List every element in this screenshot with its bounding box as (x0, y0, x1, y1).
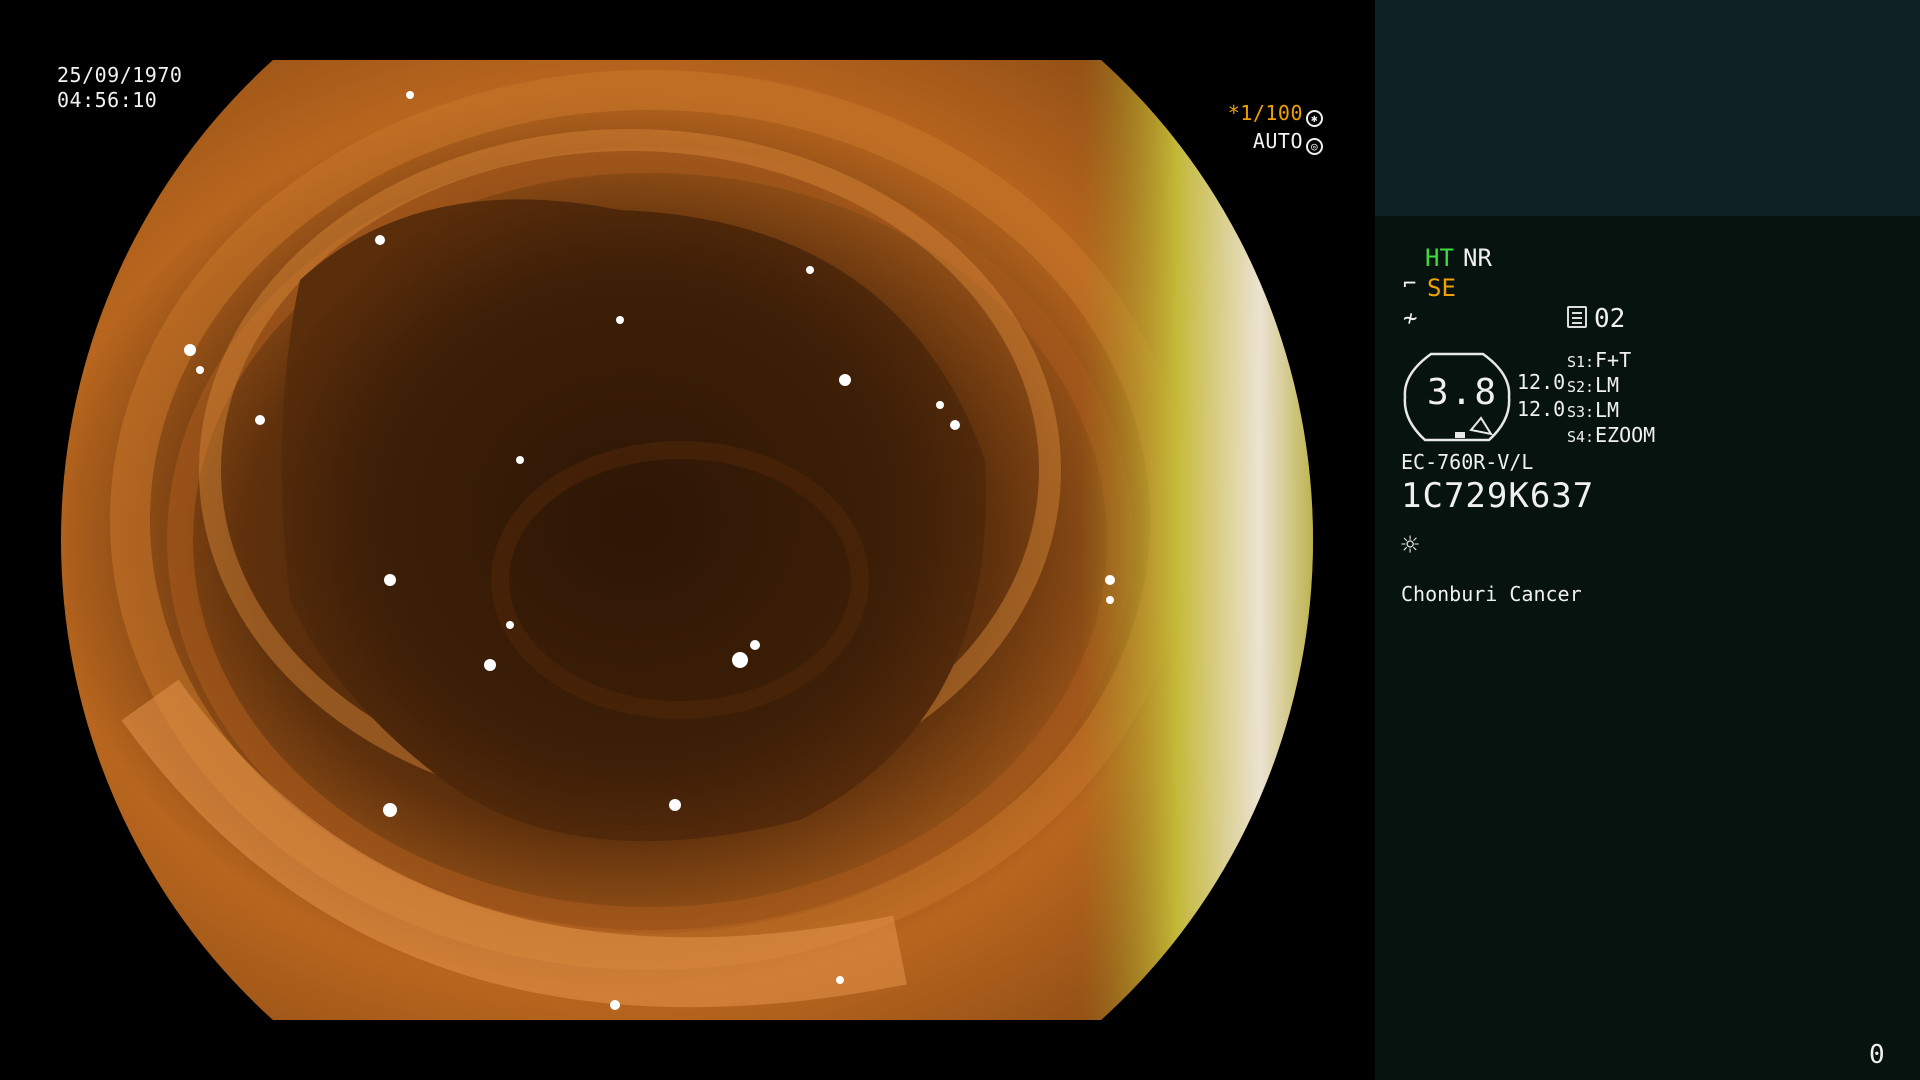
nr-indicator: NR (1463, 244, 1492, 272)
date-time-display: 25/09/1970 04:56:10 (57, 63, 182, 113)
memory-icon (1567, 306, 1587, 328)
param-value-1: 12.0 (1517, 370, 1566, 394)
switch-2-value: LM (1595, 373, 1620, 397)
shutter-speed-text: *1/100 (1227, 101, 1303, 125)
switch-4-value: EZOOM (1595, 423, 1656, 447)
time-text: 04:56:10 (57, 88, 158, 112)
exposure-info: *1/100 ✱ AUTO ◎ (1228, 99, 1323, 155)
iris-icon: ◎ (1306, 138, 1323, 155)
hospital-name: Chonburi Cancer (1401, 582, 1582, 606)
panel-header-area (1375, 0, 1920, 216)
memory-value: 02 (1594, 304, 1626, 334)
switch-3-value: LM (1595, 398, 1620, 422)
frame-counter: 0 (1869, 1040, 1885, 1070)
switch-4-label: S4: (1567, 428, 1595, 446)
scope-serial: 1C729K637 (1401, 476, 1595, 516)
color-mode-icon: ≁ (1403, 304, 1418, 332)
switch-1-value: F+T (1595, 348, 1632, 372)
ht-indicator: HT (1425, 244, 1454, 272)
structure-enhance-icon: ⌐ (1403, 272, 1417, 297)
date-text: 25/09/1970 (57, 63, 183, 87)
light-sun-icon: ☼ (1401, 528, 1420, 563)
iris-mode-text: AUTO (1252, 129, 1303, 153)
switch-1-label: S1: (1567, 353, 1595, 371)
switch-2-label: S2: (1567, 378, 1595, 396)
info-panel: HT NR ⌐ SE ≁ 02 3.8 12.0 12.0 S1: F+T S2… (1375, 0, 1920, 1080)
switch-3-label: S3: (1567, 403, 1595, 421)
endoscopic-image (61, 60, 1313, 1020)
se-indicator: SE (1427, 274, 1456, 302)
shutter-icon: ✱ (1306, 110, 1323, 127)
param-value-2: 12.0 (1517, 397, 1566, 421)
zoom-value: 3.8 (1427, 372, 1499, 413)
scope-model: EC-760R-V/L (1401, 450, 1534, 474)
endoscope-video-view: 25/09/1970 04:56:10 *1/100 ✱ AUTO ◎ (0, 0, 1375, 1080)
